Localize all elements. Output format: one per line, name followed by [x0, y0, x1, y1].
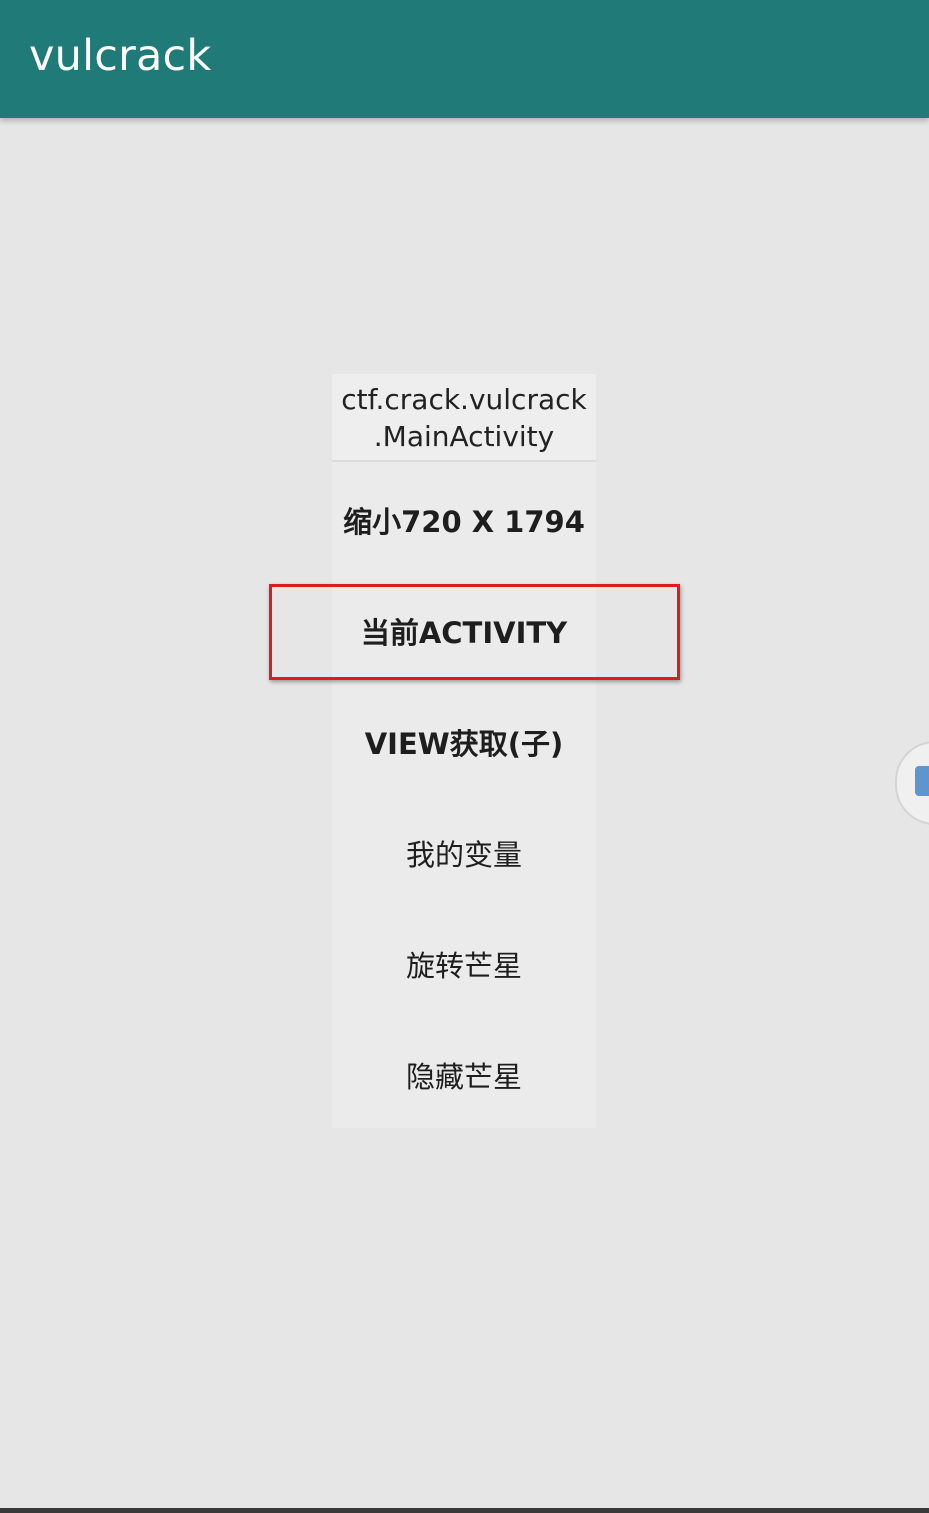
- menu-header-line2: .MainActivity: [373, 420, 555, 453]
- menu-item-my-variables-label: 我的变量: [405, 837, 522, 872]
- app-title: vulcrack: [29, 31, 212, 81]
- popup-menu: ctf.crack.vulcrack .MainActivity 缩小720 X…: [332, 374, 596, 1128]
- menu-item-rotate-star-label: 旋转芒星: [405, 948, 522, 983]
- menu-item-rotate-star[interactable]: 旋转芒星: [332, 908, 596, 1019]
- floating-button[interactable]: [895, 741, 929, 825]
- menu-item-resize[interactable]: 缩小720 X 1794: [332, 464, 596, 575]
- menu-header-line1: ctf.crack.vulcrack: [341, 383, 587, 416]
- menu-item-view-get-child-label: VIEW获取(子): [364, 726, 564, 761]
- menu-item-my-variables[interactable]: 我的变量: [332, 797, 596, 908]
- cube-icon: [915, 766, 929, 796]
- menu-item-view-get-child[interactable]: VIEW获取(子): [332, 686, 596, 797]
- menu-item-resize-label: 缩小720 X 1794: [343, 504, 585, 539]
- menu-item-hide-star-label: 隐藏芒星: [405, 1059, 522, 1094]
- bottom-edge: [0, 1508, 929, 1513]
- highlight-box: [269, 584, 680, 680]
- app-bar: vulcrack: [0, 0, 929, 118]
- menu-header-activity-name: ctf.crack.vulcrack .MainActivity: [332, 374, 596, 462]
- menu-item-hide-star[interactable]: 隐藏芒星: [332, 1019, 596, 1130]
